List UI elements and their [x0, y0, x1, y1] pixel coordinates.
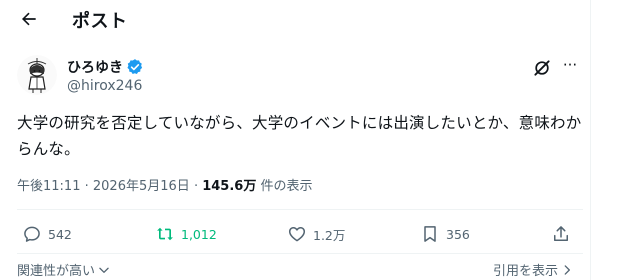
views-count: 145.6万	[202, 179, 257, 194]
meta-separator: ·	[193, 179, 199, 194]
bookmark-button[interactable]: 356	[420, 224, 470, 244]
divider	[17, 253, 583, 254]
grok-icon[interactable]	[532, 58, 552, 78]
author-name[interactable]: ひろゆき	[67, 57, 123, 77]
sort-label: 関連性が高い	[17, 264, 96, 279]
post-time[interactable]: 午後11:11	[17, 179, 80, 194]
chevron-down-icon	[99, 267, 109, 273]
meta-separator: ·	[84, 179, 89, 194]
author-handle[interactable]: @hirox246	[67, 78, 142, 94]
page-title: ポスト	[72, 11, 128, 32]
author-row: ひろゆき	[67, 57, 144, 77]
avatar-illustration	[17, 55, 57, 95]
sort-dropdown[interactable]: 関連性が高い	[17, 260, 111, 279]
reply-sort-bar: 関連性が高い 引用を表示	[0, 258, 590, 280]
repost-button[interactable]: 1,012	[155, 224, 217, 244]
reply-button[interactable]: 542	[22, 224, 72, 244]
views-label: 件の表示	[260, 179, 313, 194]
post-date[interactable]: 2026年5月16日	[93, 179, 190, 194]
back-button[interactable]	[14, 5, 44, 33]
bookmark-count: 356	[446, 226, 470, 242]
more-options-icon[interactable]: ···	[557, 55, 583, 75]
action-bar: 542 1,012 1.2万 356	[0, 222, 590, 250]
bookmark-icon	[424, 226, 436, 242]
view-quotes-link[interactable]: 引用を表示	[493, 260, 574, 279]
heart-icon	[288, 227, 306, 242]
like-count: 1.2万	[313, 227, 346, 243]
avatar[interactable]	[17, 55, 57, 95]
share-button[interactable]	[551, 224, 571, 244]
column-divider	[590, 0, 591, 280]
top-bar: ポスト	[0, 0, 590, 38]
divider	[17, 209, 583, 210]
post-meta: 午後11:11 · 2026年5月16日 · 145.6万 件の表示	[17, 175, 313, 194]
post-detail-column: ポスト ひろゆき @hirox246 ··· 大学の研究を否定していながら、大学…	[0, 0, 590, 280]
chevron-right-icon	[564, 264, 570, 275]
like-button[interactable]: 1.2万	[287, 224, 345, 244]
reply-count: 542	[48, 226, 72, 242]
reply-icon	[24, 226, 40, 242]
view-quotes-label: 引用を表示	[492, 264, 558, 279]
repost-count: 1,012	[181, 226, 217, 242]
verified-badge-icon[interactable]	[126, 58, 144, 76]
post-text: 大学の研究を否定していながら、大学のイベントには出演したいとか、意味わからんな。	[17, 114, 582, 158]
arrow-left-icon	[22, 12, 36, 26]
share-icon	[554, 226, 568, 241]
repost-icon	[157, 227, 173, 241]
